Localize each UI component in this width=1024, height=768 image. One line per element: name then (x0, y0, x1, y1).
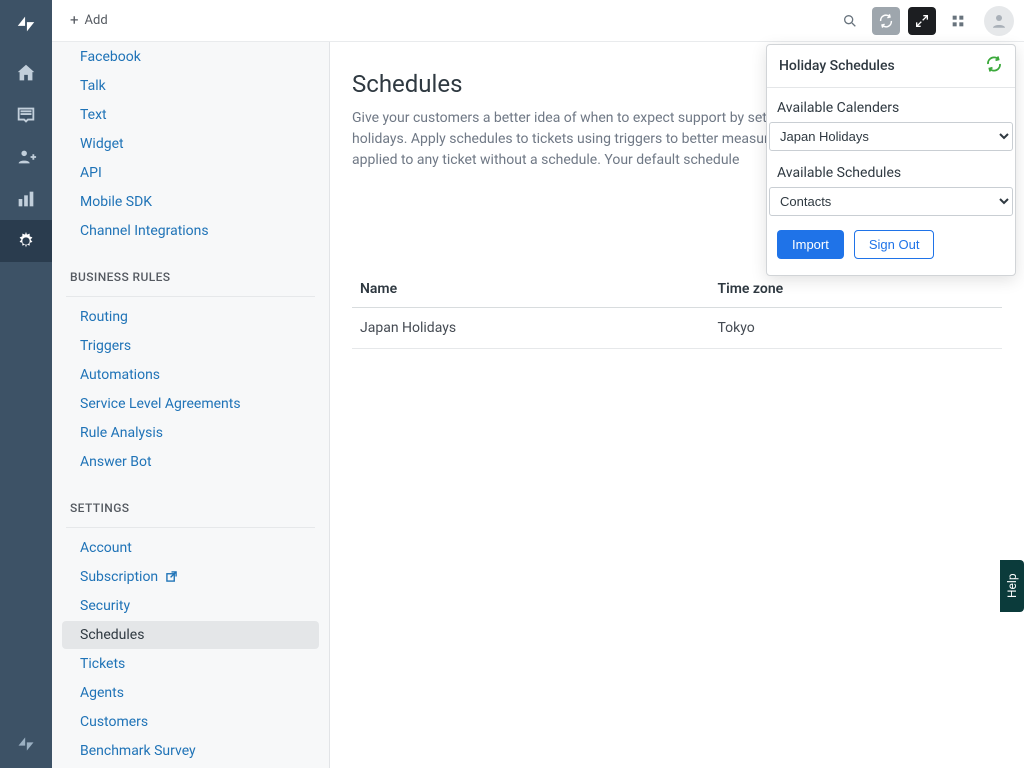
cell-timezone: Tokyo (710, 308, 1003, 349)
calendars-select[interactable]: Japan Holidays (769, 122, 1013, 151)
popup-body: Available Calenders Japan Holidays Avail… (767, 88, 1015, 275)
popup-header: Holiday Schedules (767, 45, 1015, 88)
search-button[interactable] (836, 7, 864, 35)
rail-people[interactable] (0, 136, 52, 178)
sidebar-item-sla[interactable]: Service Level Agreements (62, 390, 319, 418)
sidebar-item-automations[interactable]: Automations (62, 361, 319, 389)
rail-home[interactable] (0, 52, 52, 94)
sidebar-item-routing[interactable]: Routing (62, 303, 319, 331)
plus-icon: + (70, 13, 79, 28)
sidebar-item-facebook[interactable]: Facebook (62, 43, 319, 71)
schedules-select[interactable]: Contacts (769, 187, 1013, 216)
divider (66, 296, 315, 297)
rail-reports[interactable] (0, 178, 52, 220)
sidebar-item-api[interactable]: API (62, 159, 319, 187)
settings-side-nav: Facebook Talk Text Widget API Mobile SDK… (52, 42, 330, 768)
sidebar-item-rule-analysis[interactable]: Rule Analysis (62, 419, 319, 447)
sidebar-item-benchmark[interactable]: Benchmark Survey (62, 737, 319, 765)
sign-out-button[interactable]: Sign Out (854, 230, 935, 259)
schedules-table: Name Time zone Japan Holidays Tokyo (352, 271, 1002, 349)
sidebar-item-schedules[interactable]: Schedules (62, 621, 319, 649)
refresh-icon[interactable] (985, 55, 1003, 77)
calendars-label: Available Calenders (767, 94, 1015, 120)
column-name[interactable]: Name (352, 271, 710, 308)
rail-inbox[interactable] (0, 94, 52, 136)
sidebar-item-security[interactable]: Security (62, 592, 319, 620)
add-tab-button[interactable]: + Add (62, 9, 116, 32)
user-avatar[interactable] (984, 6, 1014, 36)
rail-admin[interactable] (0, 220, 52, 262)
sidebar-item-triggers[interactable]: Triggers (62, 332, 319, 360)
expand-button[interactable] (908, 7, 936, 35)
popup-title: Holiday Schedules (779, 58, 895, 74)
sidebar-item-account[interactable]: Account (62, 534, 319, 562)
sidebar-item-label: Subscription (80, 569, 158, 585)
sidebar-item-channel-integrations[interactable]: Channel Integrations (62, 217, 319, 245)
sidebar-item-talk[interactable]: Talk (62, 72, 319, 100)
column-timezone[interactable]: Time zone (710, 271, 1003, 308)
table-row[interactable]: Japan Holidays Tokyo (352, 308, 1002, 349)
add-label: Add (85, 13, 108, 28)
apps-button[interactable] (944, 7, 972, 35)
help-tab[interactable]: Help (1000, 560, 1024, 612)
left-rail (0, 0, 52, 768)
sidebar-item-agents[interactable]: Agents (62, 679, 319, 707)
external-link-icon (166, 570, 177, 581)
sidebar-item-subscription[interactable]: Subscription (62, 563, 319, 591)
brand-logo[interactable] (0, 6, 52, 42)
cell-name: Japan Holidays (352, 308, 710, 349)
refresh-button[interactable] (872, 7, 900, 35)
divider (66, 527, 315, 528)
sidebar-header-business-rules: BUSINESS RULES (52, 246, 329, 292)
import-button[interactable]: Import (777, 230, 844, 259)
sidebar-item-customers[interactable]: Customers (62, 708, 319, 736)
sidebar-header-settings: SETTINGS (52, 477, 329, 523)
sidebar-item-text[interactable]: Text (62, 101, 319, 129)
sidebar-item-tickets[interactable]: Tickets (62, 650, 319, 678)
top-bar: + Add (52, 0, 1024, 42)
sidebar-item-mobilesdk[interactable]: Mobile SDK (62, 188, 319, 216)
sidebar-item-widget[interactable]: Widget (62, 130, 319, 158)
sidebar-item-answer-bot[interactable]: Answer Bot (62, 448, 319, 476)
rail-zendesk-icon[interactable] (0, 720, 52, 768)
schedules-label: Available Schedules (767, 159, 1015, 185)
holiday-schedules-popup: Holiday Schedules Available Calenders Ja… (766, 44, 1016, 276)
